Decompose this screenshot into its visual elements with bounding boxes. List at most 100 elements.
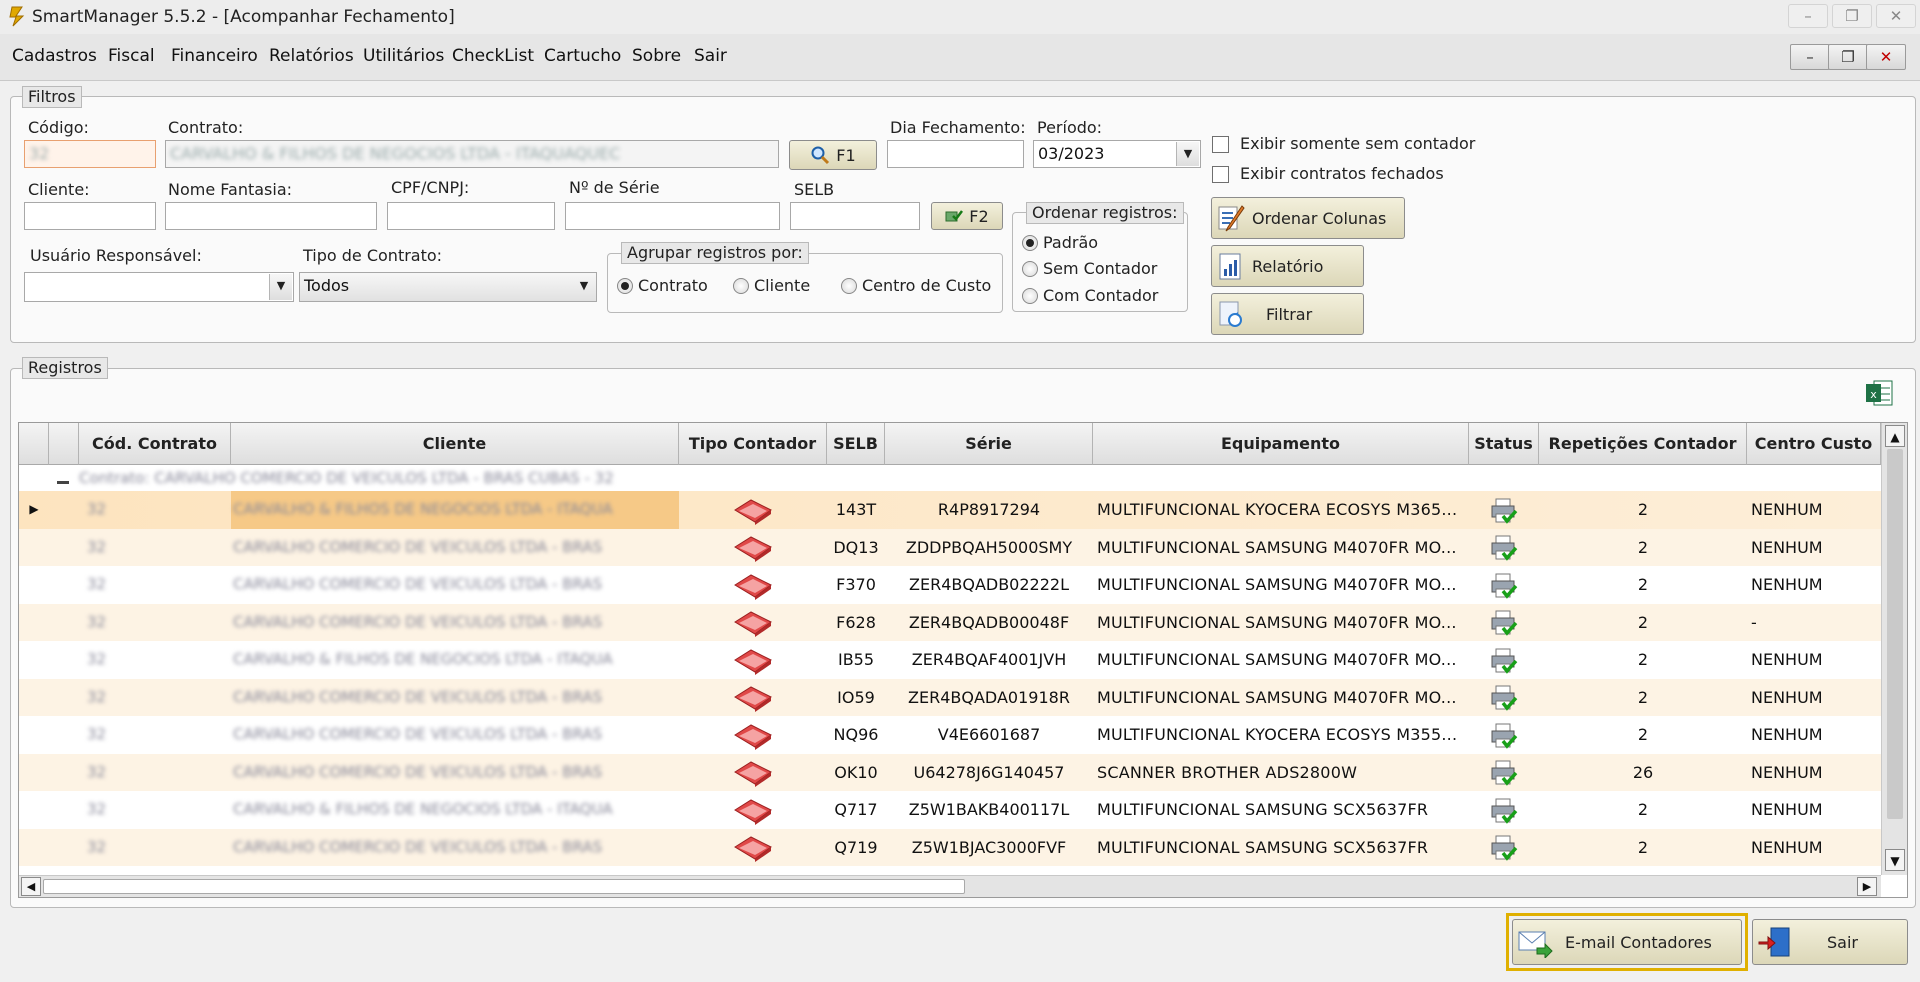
col-header-serie[interactable]: Série [885, 423, 1093, 465]
email-contadores-button[interactable]: E-mail Contadores [1512, 919, 1742, 965]
report-chart-icon [1219, 253, 1241, 280]
agrupar-cliente-option[interactable]: Cliente [733, 276, 810, 295]
contrato-input[interactable]: CARVALHO & FILHOS DE NEGOCIOS LTDA - ITA… [165, 140, 779, 168]
f2-search-button[interactable]: F2 [931, 202, 1003, 230]
chevron-down-icon[interactable]: ▼ [1176, 142, 1199, 166]
numero-serie-input[interactable] [565, 202, 780, 230]
printer-status-icon[interactable] [1469, 791, 1539, 829]
filtrar-button[interactable]: Filtrar [1211, 293, 1364, 335]
cliente-input[interactable] [24, 202, 156, 230]
f1-search-button[interactable]: F1 [789, 140, 877, 170]
menu-sobre[interactable]: Sobre [632, 46, 681, 66]
col-header-repeticoes[interactable]: Repetições Contador [1539, 423, 1747, 465]
col-header-status[interactable]: Status [1469, 423, 1539, 465]
ordenar-colunas-button[interactable]: Ordenar Colunas [1211, 197, 1405, 239]
radio[interactable] [1022, 260, 1038, 277]
dia-fechamento-input[interactable] [887, 140, 1024, 168]
radio[interactable] [841, 277, 857, 294]
scroll-down-icon[interactable]: ▼ [1885, 849, 1905, 871]
menu-financeiro[interactable]: Financeiro [171, 46, 258, 66]
window-maximize-button[interactable]: ❐ [1832, 4, 1872, 28]
menu-relatorios[interactable]: Relatórios [269, 46, 354, 66]
periodo-combo[interactable]: 03/2023 ▼ [1033, 140, 1201, 168]
cell-equipamento: MULTIFUNCIONAL SAMSUNG M4070FR MO... [1097, 575, 1457, 594]
vertical-scrollbar[interactable]: ▲ ▼ [1881, 423, 1907, 875]
menu-utilitarios[interactable]: Utilitários [363, 46, 444, 66]
counter-type-icon [679, 641, 827, 679]
col-header-cod-contrato[interactable]: Cód. Contrato [79, 423, 231, 465]
scroll-up-icon[interactable]: ▲ [1885, 425, 1905, 447]
radio-selected[interactable] [617, 277, 633, 294]
table-row[interactable]: 32 CARVALHO COMERCIO DE VEICULOS LTDA - B… [19, 716, 1897, 754]
table-row[interactable]: 32 CARVALHO COMERCIO DE VEICULOS LTDA - B… [19, 528, 1901, 567]
cell-repeticoes: 2 [1637, 537, 1649, 557]
printer-status-icon[interactable] [1469, 641, 1539, 679]
printer-status-icon[interactable] [1469, 716, 1539, 754]
excel-export-icon[interactable]: x [1864, 378, 1894, 408]
table-row[interactable]: 32 CARVALHO COMERCIO DE VEICULOS LTDA - B… [19, 828, 1901, 867]
child-minimize-button[interactable]: – [1790, 44, 1830, 70]
window-minimize-button[interactable]: – [1788, 4, 1828, 28]
counter-type-icon [679, 716, 827, 754]
cell-cliente: CARVALHO & FILHOS DE NEGOCIOS LTDA - ITA… [233, 500, 613, 518]
printer-status-icon[interactable] [1469, 679, 1539, 717]
radio[interactable] [1022, 287, 1038, 304]
table-row[interactable]: 32 CARVALHO COMERCIO DE VEICULOS LTDA - B… [19, 603, 1897, 642]
cpf-cnpj-input[interactable] [387, 202, 555, 230]
exibir-sem-contador-checkbox[interactable] [1212, 136, 1229, 153]
cell-serie: ZER4BQADB02222L [909, 575, 1069, 594]
agrupar-centro-custo-option[interactable]: Centro de Custo [841, 276, 991, 295]
collapse-group-icon[interactable] [57, 481, 69, 484]
col-header-equipamento[interactable]: Equipamento [1093, 423, 1469, 465]
vertical-scroll-thumb[interactable] [1887, 449, 1903, 819]
table-row[interactable]: ▶ 32 CARVALHO & FILHOS DE NEGOCIOS LTDA - … [19, 491, 1901, 529]
printer-status-icon[interactable] [1469, 566, 1539, 604]
ordenar-com-contador-option[interactable]: Com Contador [1022, 286, 1158, 305]
printer-status-icon[interactable] [1469, 604, 1539, 642]
radio[interactable] [733, 277, 749, 294]
child-close-button[interactable]: ✕ [1866, 44, 1906, 70]
col-header-cliente[interactable]: Cliente [231, 423, 679, 465]
menu-fiscal[interactable]: Fiscal [108, 46, 155, 66]
window-close-button[interactable]: ✕ [1876, 4, 1916, 28]
usuario-responsavel-combo[interactable]: ▼ [24, 272, 294, 302]
chevron-down-icon[interactable]: ▼ [269, 274, 292, 300]
ordenar-padrao-option[interactable]: Padrão [1022, 233, 1098, 252]
printer-status-icon[interactable] [1469, 491, 1539, 529]
menu-sair[interactable]: Sair [694, 46, 727, 66]
table-row[interactable]: 32 CARVALHO COMERCIO DE VEICULOS LTDA - B… [19, 678, 1897, 717]
menu-cartucho[interactable]: Cartucho [544, 46, 621, 66]
table-row[interactable]: 32 CARVALHO COMERCIO DE VEICULOS LTDA - B… [19, 753, 1897, 792]
relatorio-button[interactable]: Relatório [1211, 245, 1364, 287]
menu-checklist[interactable]: CheckList [452, 46, 534, 66]
registros-grid[interactable]: Cód. Contrato Cliente Tipo Contador SELB… [18, 422, 1908, 898]
cell-serie: ZER4BQADB00048F [908, 612, 1070, 632]
col-header-selb[interactable]: SELB [827, 423, 885, 465]
selb-input[interactable] [790, 202, 920, 230]
horizontal-scroll-thumb[interactable] [43, 879, 965, 894]
exibir-fechados-checkbox[interactable] [1212, 166, 1229, 183]
nome-fantasia-input[interactable] [165, 202, 377, 230]
agrupar-contrato-option[interactable]: Contrato [617, 276, 708, 295]
sair-button[interactable]: Sair [1752, 919, 1908, 965]
tipo-contrato-combo[interactable]: Todos ▼ [299, 272, 597, 302]
table-row[interactable]: 32 CARVALHO COMERCIO DE VEICULOS LTDA - B… [19, 566, 1897, 604]
scroll-right-icon[interactable]: ▶ [1857, 877, 1877, 896]
child-maximize-button[interactable]: ❐ [1828, 44, 1868, 70]
ordenar-sem-contador-option[interactable]: Sem Contador [1022, 259, 1157, 278]
horizontal-scrollbar[interactable]: ◀ ▶ [19, 875, 1881, 897]
table-row[interactable]: 32 CARVALHO & FILHOS DE NEGOCIOS LTDA - I… [19, 641, 1897, 679]
col-header-centro-custo[interactable]: Centro Custo [1747, 423, 1881, 465]
printer-status-icon[interactable] [1469, 529, 1539, 567]
printer-status-icon[interactable] [1469, 754, 1539, 792]
scroll-left-icon[interactable]: ◀ [21, 877, 41, 896]
col-header-tipo-contador[interactable]: Tipo Contador [679, 423, 827, 465]
printer-status-icon[interactable] [1469, 829, 1539, 867]
chevron-down-icon[interactable]: ▼ [573, 274, 595, 300]
radio-selected[interactable] [1022, 234, 1038, 251]
cell-centro-custo: NENHUM [1751, 837, 1823, 857]
exibir-sem-contador-label: Exibir somente sem contador [1240, 134, 1476, 153]
table-row[interactable]: 32 CARVALHO & FILHOS DE NEGOCIOS LTDA - I… [19, 791, 1901, 829]
codigo-input[interactable]: 32 [24, 140, 156, 168]
menu-cadastros[interactable]: Cadastros [12, 46, 97, 66]
